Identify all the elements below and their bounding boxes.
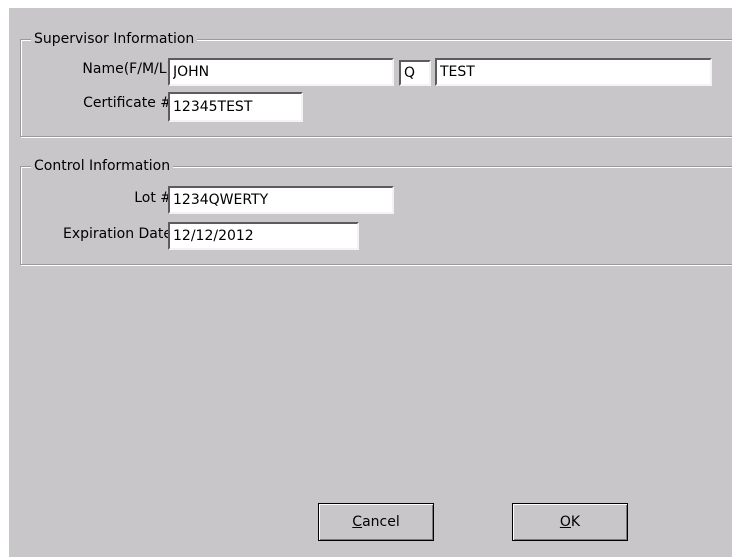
control-information-group: Control Information Lot # Expiration Dat… bbox=[20, 157, 732, 265]
first-name-input[interactable] bbox=[168, 58, 394, 86]
name-label: Name(F/M/L) bbox=[82, 61, 172, 77]
middle-initial-input[interactable] bbox=[399, 60, 431, 86]
certificate-label: Certificate # bbox=[83, 95, 172, 111]
lot-label: Lot # bbox=[134, 190, 172, 206]
expiration-date-input[interactable] bbox=[168, 222, 359, 250]
supervisor-information-group: Supervisor Information Name(F/M/L) Certi… bbox=[20, 30, 732, 137]
ok-button-label: OK bbox=[559, 514, 581, 530]
ok-button[interactable]: OK bbox=[512, 503, 628, 541]
supervisor-information-title: Supervisor Information bbox=[31, 30, 198, 48]
last-name-input[interactable] bbox=[435, 58, 712, 86]
cancel-button-label: Cancel bbox=[352, 514, 400, 530]
cancel-button[interactable]: Cancel bbox=[318, 503, 434, 541]
expiration-date-label: Expiration Date bbox=[63, 226, 172, 242]
control-information-title: Control Information bbox=[31, 157, 174, 175]
certificate-input[interactable] bbox=[168, 92, 303, 122]
dialog-window: Supervisor Information Name(F/M/L) Certi… bbox=[9, 8, 732, 557]
lot-input[interactable] bbox=[168, 186, 394, 214]
